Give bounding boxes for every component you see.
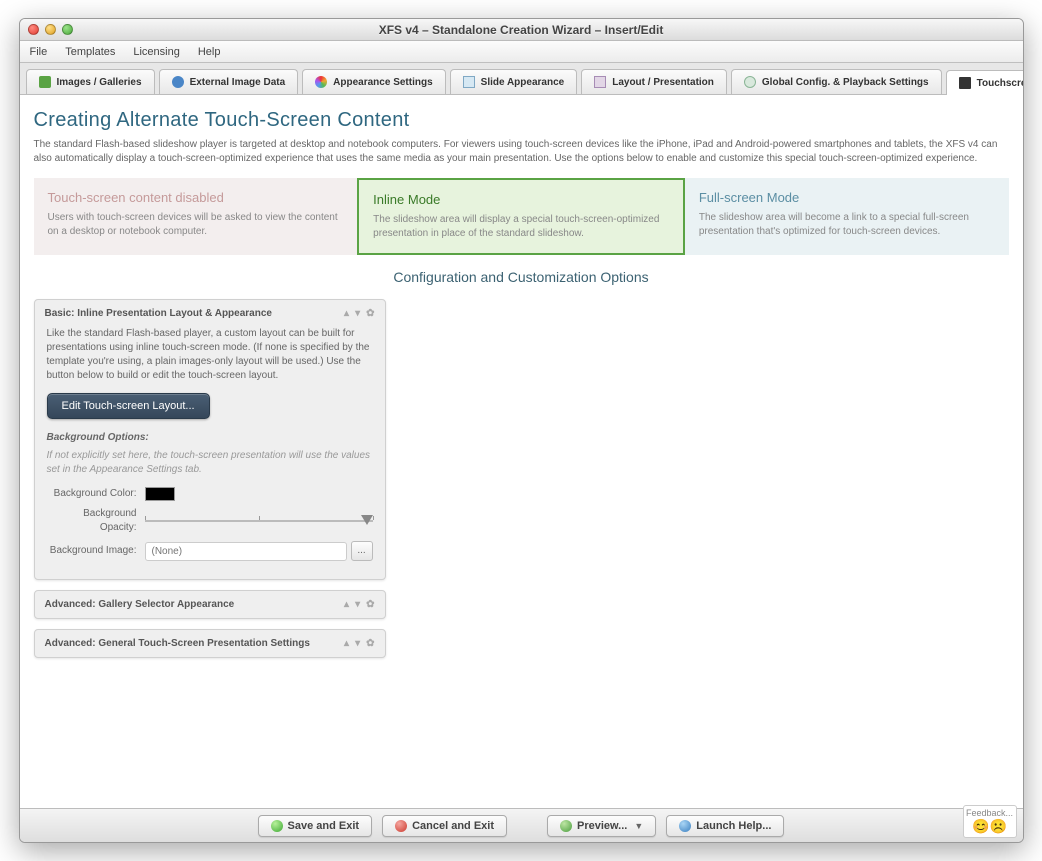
menubar: File Templates Licensing Help <box>20 41 1023 63</box>
button-label: Launch Help... <box>696 820 771 832</box>
expand-icon[interactable]: ▾ <box>355 638 360 649</box>
layout-icon <box>594 76 606 88</box>
menu-templates[interactable]: Templates <box>65 46 115 58</box>
background-options-note: If not explicitly set here, the touch-sc… <box>47 449 373 477</box>
mode-fullscreen[interactable]: Full-screen Mode The slideshow area will… <box>685 178 1009 255</box>
tab-label: Appearance Settings <box>333 77 432 88</box>
preview-button[interactable]: Preview... ▼ <box>547 815 656 837</box>
mode-desc: Users with touch-screen devices will be … <box>48 211 344 239</box>
tab-bar: Images / Galleries External Image Data A… <box>20 63 1023 95</box>
touchscreen-icon <box>959 77 971 89</box>
tab-appearance-settings[interactable]: Appearance Settings <box>302 69 445 94</box>
sad-face-icon[interactable]: ☹️ <box>990 818 1007 834</box>
panel-advanced-general: Advanced: General Touch-Screen Presentat… <box>34 629 386 658</box>
button-label: Preview... <box>577 820 627 832</box>
mode-title: Touch-screen content disabled <box>48 190 344 205</box>
bg-opacity-slider[interactable] <box>145 513 373 529</box>
bg-opacity-label: Background Opacity: <box>47 507 145 535</box>
globe-icon <box>744 76 756 88</box>
tab-label: Slide Appearance <box>481 77 565 88</box>
content-area: Creating Alternate Touch-Screen Content … <box>20 95 1023 808</box>
mode-inline[interactable]: Inline Mode The slideshow area will disp… <box>357 178 685 255</box>
launch-help-button[interactable]: Launch Help... <box>666 815 784 837</box>
chevron-down-icon: ▼ <box>634 821 643 831</box>
config-subheading: Configuration and Customization Options <box>34 255 1009 299</box>
database-icon <box>172 76 184 88</box>
mode-desc: The slideshow area will become a link to… <box>699 211 995 239</box>
bg-image-input[interactable] <box>145 542 347 561</box>
panel-header[interactable]: Advanced: Gallery Selector Appearance ▴ … <box>35 591 385 618</box>
menu-file[interactable]: File <box>30 46 48 58</box>
panel-basic: Basic: Inline Presentation Layout & Appe… <box>34 299 386 580</box>
collapse-icon[interactable]: ▴ <box>344 308 349 319</box>
check-icon <box>271 820 283 832</box>
panel-title: Basic: Inline Presentation Layout & Appe… <box>45 308 272 319</box>
menu-licensing[interactable]: Licensing <box>133 46 179 58</box>
config-panels: Basic: Inline Presentation Layout & Appe… <box>34 299 386 658</box>
panel-title: Advanced: Gallery Selector Appearance <box>45 599 235 610</box>
mode-title: Inline Mode <box>373 192 669 207</box>
cancel-and-exit-button[interactable]: Cancel and Exit <box>382 815 507 837</box>
feedback-label: Feedback... <box>966 808 1014 818</box>
background-options-label: Background Options: <box>47 431 373 445</box>
tab-label: External Image Data <box>190 77 286 88</box>
panel-header[interactable]: Basic: Inline Presentation Layout & Appe… <box>35 300 385 327</box>
palette-icon <box>315 76 327 88</box>
button-label: Save and Exit <box>288 820 360 832</box>
panel-title: Advanced: General Touch-Screen Presentat… <box>45 638 310 649</box>
happy-face-icon[interactable]: 😊 <box>972 818 989 834</box>
tab-external-image-data[interactable]: External Image Data <box>159 69 299 94</box>
tab-layout-presentation[interactable]: Layout / Presentation <box>581 69 727 94</box>
panel-advanced-gallery: Advanced: Gallery Selector Appearance ▴ … <box>34 590 386 619</box>
titlebar: XFS v4 – Standalone Creation Wizard – In… <box>20 19 1023 41</box>
collapse-icon[interactable]: ▴ <box>344 638 349 649</box>
gear-icon[interactable]: ✿ <box>366 599 374 610</box>
expand-icon[interactable]: ▾ <box>355 599 360 610</box>
expand-icon[interactable]: ▾ <box>355 308 360 319</box>
bg-image-browse-button[interactable]: ... <box>351 541 373 561</box>
images-icon <box>39 76 51 88</box>
tab-label: Images / Galleries <box>57 77 142 88</box>
tab-slide-appearance[interactable]: Slide Appearance <box>450 69 578 94</box>
slide-icon <box>463 76 475 88</box>
panel-header[interactable]: Advanced: General Touch-Screen Presentat… <box>35 630 385 657</box>
play-icon <box>560 820 572 832</box>
tab-label: Touchscreen Content <box>977 78 1024 89</box>
bg-image-label: Background Image: <box>47 544 145 558</box>
panel-description: Like the standard Flash-based player, a … <box>47 327 373 383</box>
mode-selector: Touch-screen content disabled Users with… <box>34 178 1009 255</box>
mode-title: Full-screen Mode <box>699 190 995 205</box>
save-and-exit-button[interactable]: Save and Exit <box>258 815 373 837</box>
tab-label: Global Config. & Playback Settings <box>762 77 929 88</box>
tab-global-config[interactable]: Global Config. & Playback Settings <box>731 69 942 94</box>
feedback-widget[interactable]: Feedback... 😊☹️ <box>963 805 1017 838</box>
edit-touchscreen-layout-button[interactable]: Edit Touch-screen Layout... <box>47 393 210 419</box>
bg-color-label: Background Color: <box>47 487 145 501</box>
gear-icon[interactable]: ✿ <box>366 308 374 319</box>
menu-help[interactable]: Help <box>198 46 221 58</box>
gear-icon[interactable]: ✿ <box>366 638 374 649</box>
app-window: XFS v4 – Standalone Creation Wizard – In… <box>19 18 1024 843</box>
tab-touchscreen-content[interactable]: Touchscreen Content <box>946 70 1024 95</box>
tab-label: Layout / Presentation <box>612 77 714 88</box>
button-label: Cancel and Exit <box>412 820 494 832</box>
bg-color-swatch[interactable] <box>145 487 175 501</box>
help-icon <box>679 820 691 832</box>
footer-bar: Save and Exit Cancel and Exit Preview...… <box>20 808 1023 842</box>
mode-desc: The slideshow area will display a specia… <box>373 213 669 241</box>
window-title: XFS v4 – Standalone Creation Wizard – In… <box>20 23 1023 37</box>
page-title: Creating Alternate Touch-Screen Content <box>34 109 1009 132</box>
mode-disabled[interactable]: Touch-screen content disabled Users with… <box>34 178 358 255</box>
page-description: The standard Flash-based slideshow playe… <box>34 138 1009 166</box>
collapse-icon[interactable]: ▴ <box>344 599 349 610</box>
tab-images-galleries[interactable]: Images / Galleries <box>26 69 155 94</box>
cancel-icon <box>395 820 407 832</box>
